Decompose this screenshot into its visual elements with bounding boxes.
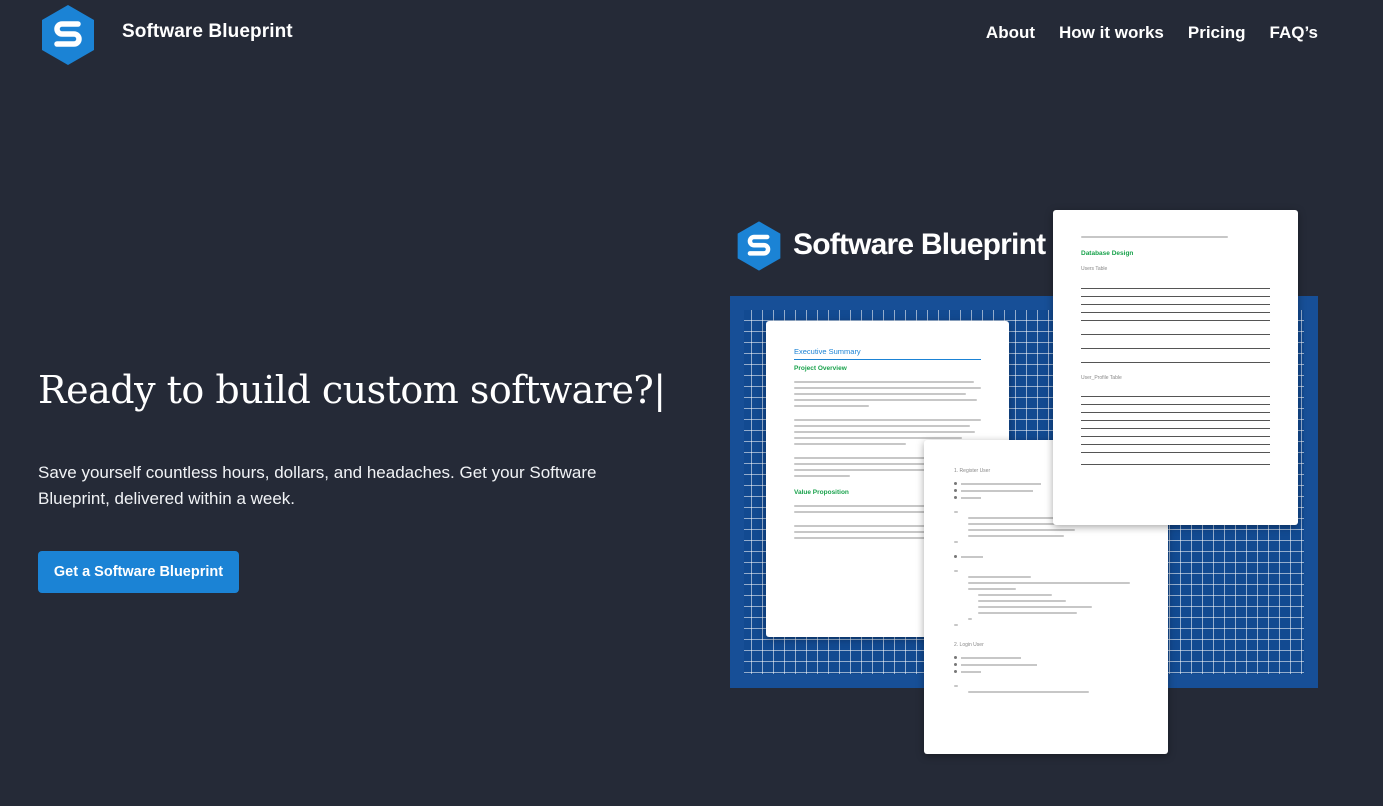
hero-title: Ready to build custom software?| <box>38 368 666 412</box>
nav-about[interactable]: About <box>986 23 1035 43</box>
nav-faqs[interactable]: FAQ’s <box>1270 23 1319 43</box>
nav-pricing[interactable]: Pricing <box>1188 23 1246 43</box>
user-profile-table-thumbnail <box>1081 388 1270 465</box>
doc-subheading: Project Overview <box>794 365 847 372</box>
software-blueprint-logo-icon[interactable] <box>40 4 96 66</box>
blueprint-logo-icon <box>737 221 781 271</box>
get-blueprint-button[interactable]: Get a Software Blueprint <box>38 551 239 593</box>
database-design-document: Database Design Users Table User_Profile… <box>1053 210 1298 525</box>
main-nav: About How it works Pricing FAQ’s <box>986 23 1318 43</box>
users-table-thumbnail <box>1081 280 1270 363</box>
brand-name[interactable]: Software Blueprint <box>122 21 293 43</box>
doc-table-caption: Users Table <box>1081 266 1108 272</box>
doc-table-caption-2: User_Profile Table <box>1081 374 1122 381</box>
blueprint-illustration: Software Blueprint Executive Summary Pro… <box>730 208 1320 758</box>
doc-heading: Executive Summary <box>794 347 981 360</box>
doc-db-heading: Database Design <box>1081 250 1134 257</box>
hero-subtitle: Save yourself countless hours, dollars, … <box>38 463 597 508</box>
nav-how-it-works[interactable]: How it works <box>1059 23 1164 43</box>
doc-item-heading-2: 2. Login User <box>954 642 984 648</box>
illustration-brand: Software Blueprint <box>793 228 1046 261</box>
